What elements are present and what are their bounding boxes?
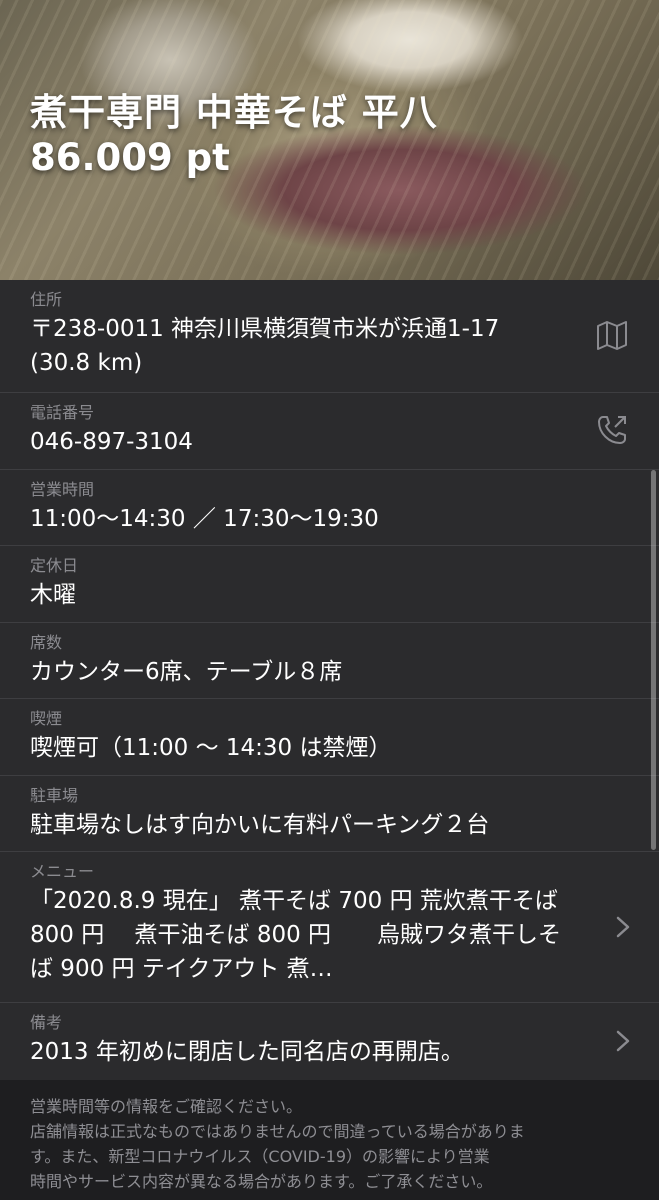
chevron-right-icon[interactable] (615, 1029, 631, 1053)
notes-label: 備考 (30, 1013, 63, 1032)
disclaimer-footer: 営業時間等の情報をご確認ください。 店舗情報は正式なものではありませんので間違っ… (0, 1080, 659, 1200)
disclaimer-line: 時間やサービス内容が異なる場合があります。ご了承ください。 (30, 1172, 493, 1191)
scrollbar[interactable] (651, 470, 656, 850)
hero-image: 煮干専門 中華そば 平八 86.009 pt (0, 0, 659, 280)
closed-row: 定休日 木曜 (0, 546, 659, 623)
menu-label: メニュー (30, 862, 95, 881)
phone-row[interactable]: 電話番号 046-897-3104 (0, 393, 659, 470)
smoking-label: 喫煙 (30, 709, 63, 728)
closed-value: 木曜 (30, 582, 76, 608)
seats-value: カウンター6席、テーブル８席 (30, 659, 343, 685)
disclaimer-line: す。また、新型コロナウイルス（COVID-19）の影響により営業 (30, 1147, 490, 1166)
phone-label: 電話番号 (30, 403, 95, 422)
seats-label: 席数 (30, 633, 63, 652)
address-line1: 〒238-0011 神奈川県横須賀市米が浜通1-17 (30, 316, 500, 342)
menu-value: 「2020.8.9 現在」 煮干そば 700 円 荒炊煮干そば 800 円 煮干… (30, 888, 562, 982)
menu-row[interactable]: メニュー 「2020.8.9 現在」 煮干そば 700 円 荒炊煮干そば 800… (0, 852, 659, 1003)
disclaimer-line: 営業時間等の情報をご確認ください。 (30, 1097, 303, 1116)
parking-label: 駐車場 (30, 786, 79, 805)
shop-title: 煮干専門 中華そば 平八 (30, 91, 438, 134)
hours-value: 11:00〜14:30 ／ 17:30〜19:30 (30, 506, 379, 532)
map-icon[interactable] (595, 318, 629, 352)
chevron-right-icon[interactable] (615, 915, 631, 939)
parking-value: 駐車場なしはす向かいに有料パーキング２台 (30, 812, 490, 838)
notes-value: 2013 年初めに閉店した同名店の再開店。 (30, 1039, 464, 1065)
address-row[interactable]: 住所 〒238-0011 神奈川県横須賀市米が浜通1-17 (30.8 km) (0, 280, 659, 393)
info-list: 住所 〒238-0011 神奈川県横須賀市米が浜通1-17 (30.8 km) … (0, 280, 659, 1080)
hours-label: 営業時間 (30, 480, 95, 499)
disclaimer-line: 店舗情報は正式なものではありませんので間違っている場合がありま (30, 1122, 525, 1141)
seats-row: 席数 カウンター6席、テーブル８席 (0, 623, 659, 699)
smoking-value: 喫煙可（11:00 〜 14:30 は禁煙） (30, 735, 392, 761)
closed-label: 定休日 (30, 556, 79, 575)
notes-row[interactable]: 備考 2013 年初めに閉店した同名店の再開店。 (0, 1003, 659, 1080)
address-distance: (30.8 km) (30, 350, 143, 376)
hours-row: 営業時間 11:00〜14:30 ／ 17:30〜19:30 (0, 470, 659, 546)
phone-value: 046-897-3104 (30, 429, 193, 455)
phone-icon[interactable] (595, 413, 629, 447)
smoking-row: 喫煙 喫煙可（11:00 〜 14:30 は禁煙） (0, 699, 659, 776)
shop-score: 86.009 pt (30, 136, 230, 179)
parking-row: 駐車場 駐車場なしはす向かいに有料パーキング２台 (0, 776, 659, 852)
address-label: 住所 (30, 290, 63, 309)
